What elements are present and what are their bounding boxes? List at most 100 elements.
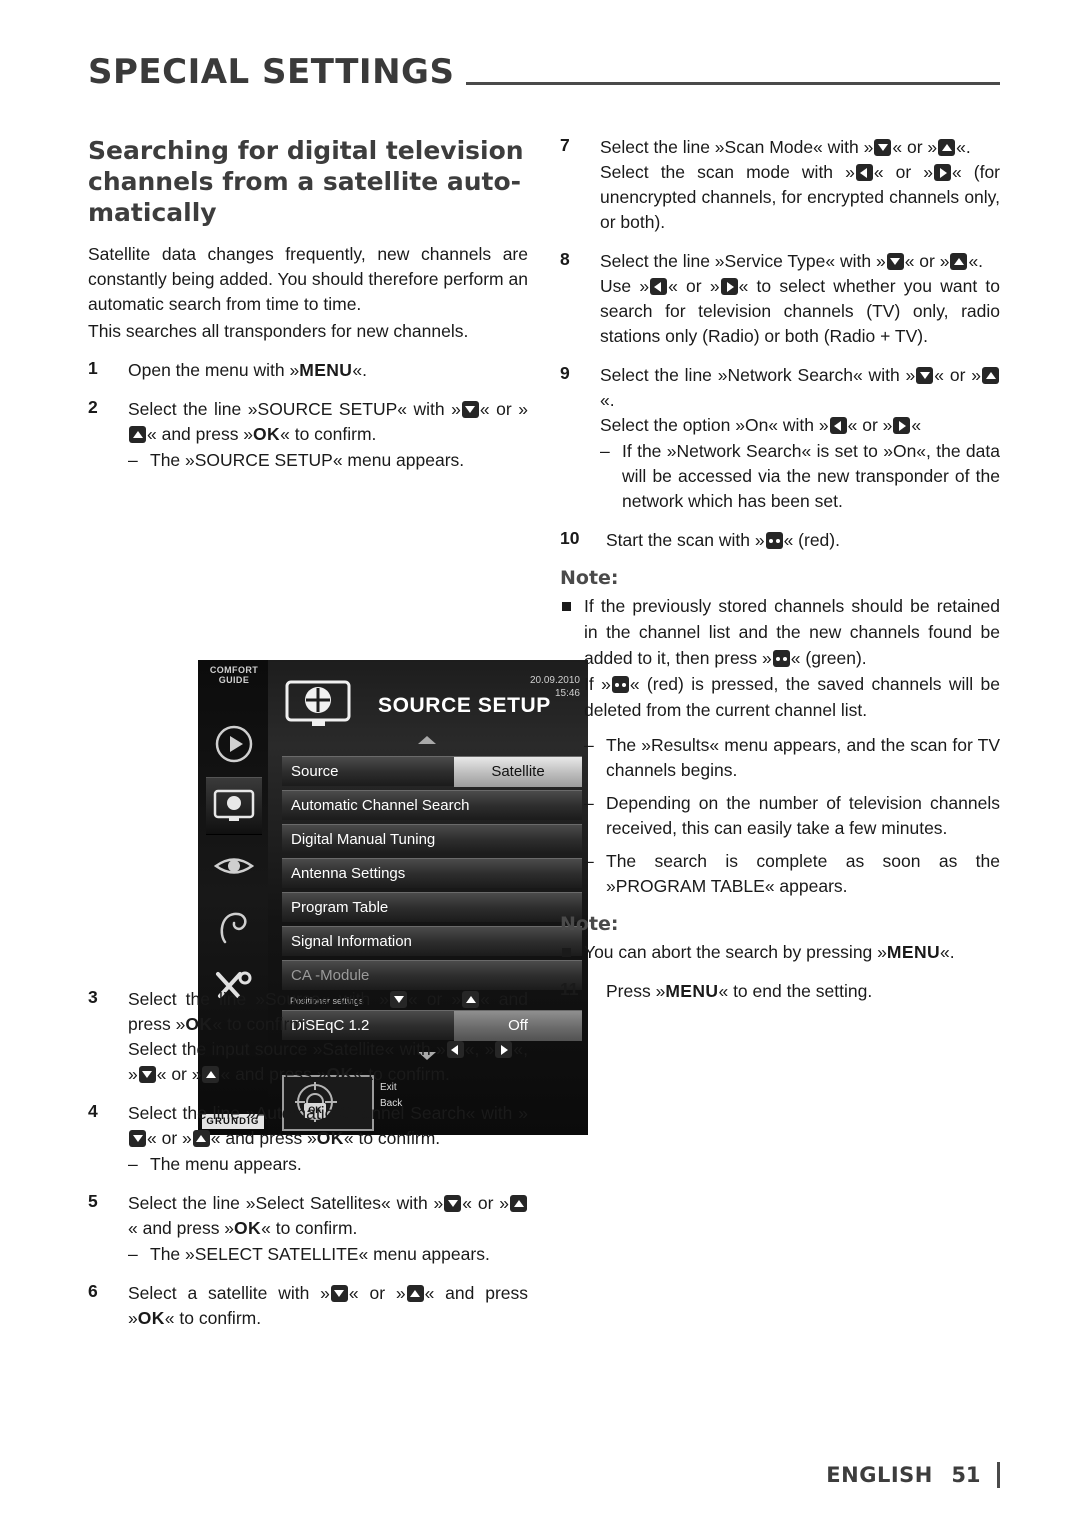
arrow-down-icon (886, 253, 904, 270)
step-2-text: Select the line »SOURCE SETUP« with » « o… (128, 397, 528, 447)
step-3-t4: « to confirm. (212, 1014, 309, 1034)
step-11-t1: Press » (606, 981, 666, 1001)
comfort-guide-label: COMFORT GUIDE (204, 665, 264, 685)
step-9-sub-text: If the »Network Search« is set to »On«, … (622, 441, 1000, 511)
step-4: 4 Select the line »Automatic Channel Sea… (88, 1101, 528, 1177)
step-9-text-1: Select the line »Network Search« with » «… (600, 363, 1000, 413)
step-7-number: 7 (560, 135, 570, 155)
tv-row-program-table[interactable]: Program Table (282, 892, 582, 922)
step-9-sub: – If the »Network Search« is set to »On«,… (600, 439, 1000, 514)
green-button-icon (772, 650, 790, 667)
arrow-left-icon (650, 278, 668, 295)
step-9-t6: « (911, 415, 922, 435)
note-1-b2-text-b: « (red) is pressed, the saved channels w… (584, 674, 1000, 720)
note-1-bullet-2: If » « (red) is pressed, the saved channe… (560, 671, 1000, 723)
step-10-text: Start the scan with » « (red). (606, 528, 1000, 553)
section-title: Searching for digital television channel… (88, 136, 524, 227)
arrow-down-icon (461, 401, 479, 418)
sound-icon (206, 899, 262, 955)
arrow-up-icon (510, 1195, 528, 1212)
step-7-t2: « or » (892, 137, 938, 157)
step-3-t8: « or » (156, 1064, 202, 1084)
dash-marker: – (128, 450, 138, 470)
tv-device-logo-icon (284, 678, 362, 730)
step-1-pre: Open the menu with » (128, 360, 300, 380)
dash-marker: – (584, 735, 594, 755)
arrow-down-icon (138, 1066, 156, 1083)
step-8-t2: « or » (904, 251, 950, 271)
tv-row-ca-module[interactable]: CA -Module (282, 960, 582, 990)
step-7-t4: Select the scan mode with » (600, 162, 855, 182)
arrow-down-icon (129, 1130, 146, 1147)
step-6-t2: « or » (348, 1283, 406, 1303)
step-2-sub: – The »SOURCE SETUP« menu appears. (128, 448, 528, 473)
tv-row-antenna-settings-label: Antenna Settings (291, 865, 406, 882)
step-9-text-2: Select the option »On« with » « or » « (600, 413, 1000, 438)
step-11-text: Press »MENU« to end the setting. (606, 979, 1000, 1004)
arrow-up-icon (462, 991, 480, 1008)
step-8-text-1: Select the line »Service Type« with » « o… (600, 249, 1000, 274)
step-9-number: 9 (560, 363, 570, 383)
step-5-number: 5 (88, 1191, 98, 1211)
arrow-left-icon (446, 1041, 464, 1058)
tv-row-antenna-settings[interactable]: Antenna Settings (282, 858, 582, 888)
step-5-t4: « to confirm. (261, 1218, 358, 1238)
step-11-number: 11 (560, 979, 579, 999)
intro-paragraph-2: This searches all transponders for new c… (88, 321, 469, 341)
step-9-t5: « or » (847, 415, 893, 435)
note-2-b1-text-b: «. (940, 942, 955, 962)
tv-row-program-table-label: Program Table (291, 899, 389, 916)
step-4-t2: « or » (147, 1128, 192, 1148)
red-button-icon (765, 532, 783, 549)
tv-row-digital-manual-tuning[interactable]: Digital Manual Tuning (282, 824, 582, 854)
arrow-up-icon (950, 253, 968, 270)
tv-menu-title: SOURCE SETUP (378, 694, 551, 717)
step-5-t2: « or » (462, 1193, 510, 1213)
note-2-b1-text-a: You can abort the search by pressing » (584, 942, 887, 962)
header-rule (466, 82, 1000, 85)
ok-key-label: OK (253, 424, 281, 444)
play-circle-icon (206, 716, 262, 772)
dash-marker: – (584, 851, 594, 871)
arrow-down-icon (390, 991, 408, 1008)
tv-row-signal-information-label: Signal Information (291, 933, 412, 950)
tv-row-source-label: Source (291, 763, 339, 780)
step-6: 6 Select a satellite with » « or » « and p… (88, 1281, 528, 1331)
arrow-left-icon (855, 164, 873, 181)
step-4-sub-text: The menu appears. (150, 1154, 302, 1174)
note-1-sub-3-text: The search is complete as soon as the »P… (606, 851, 1000, 896)
note-1-sub-3: – The search is complete as soon as the »… (560, 849, 1000, 899)
step-3-t2: « or » (408, 989, 462, 1009)
step-11-t2: « to end the setting. (718, 981, 873, 1001)
step-7: 7 Select the line »Scan Mode« with » « or… (560, 135, 1000, 235)
chevron-up-icon[interactable] (418, 736, 436, 744)
tv-row-source[interactable]: Source Satellite (282, 756, 582, 787)
step-2-t4: « to confirm. (280, 424, 377, 444)
note-1-b2-text-a: If » (584, 674, 611, 694)
arrow-up-icon (192, 1130, 210, 1147)
ok-key-label: OK (234, 1218, 262, 1238)
step-4-text: Select the line »Automatic Channel Searc… (128, 1101, 528, 1151)
arrow-right-icon (893, 417, 911, 434)
footer-bar (997, 1462, 1000, 1488)
step-7-text-2: Select the scan mode with » « or » « (for … (600, 160, 1000, 235)
footer-language: ENGLISH (826, 1463, 933, 1487)
right-column: 7 Select the line »Scan Mode« with » « or… (560, 135, 1000, 1004)
arrow-down-icon (916, 367, 934, 384)
step-9-t4: Select the option »On« with » (600, 415, 829, 435)
step-3-t9: « and press » (220, 1064, 327, 1084)
tv-row-signal-information[interactable]: Signal Information (282, 926, 582, 956)
arrow-up-icon (202, 1066, 220, 1083)
step-7-text-1: Select the line »Scan Mode« with » « or »… (600, 135, 1000, 160)
eye-icon (206, 838, 262, 894)
step-9: 9 Select the line »Network Search« with … (560, 363, 1000, 514)
step-11: 11 Press »MENU« to end the setting. (560, 979, 1000, 1004)
tv-row-automatic-channel-search[interactable]: Automatic Channel Search (282, 790, 582, 820)
step-6-number: 6 (88, 1281, 98, 1301)
step-2: 2 Select the line »SOURCE SETUP« with » «… (88, 397, 528, 473)
source-setup-icon (206, 777, 262, 835)
arrow-up-icon (982, 367, 1000, 384)
step-2-t3: « and press » (147, 424, 254, 444)
note-2-bullet-1: You can abort the search by pressing »ME… (560, 939, 1000, 965)
step-9-t2: « or » (934, 365, 982, 385)
